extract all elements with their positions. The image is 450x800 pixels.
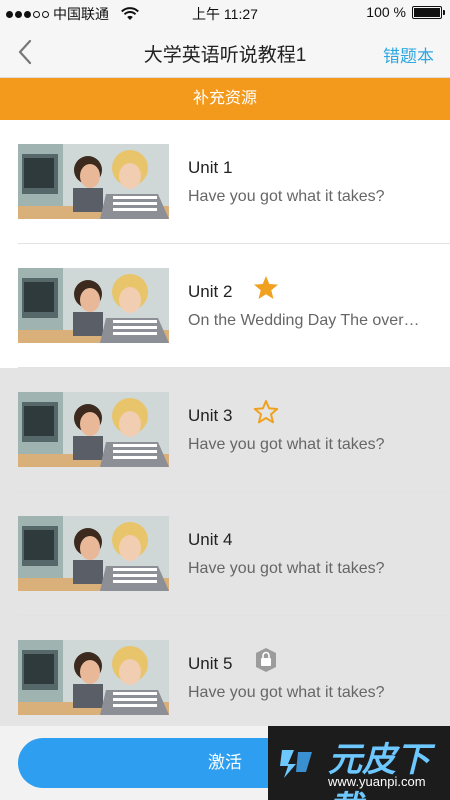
watermark-name: 元皮下载 bbox=[328, 741, 430, 800]
navigation-bar: 大学英语听说教程1 错题本 bbox=[0, 26, 450, 78]
unit-thumbnail bbox=[18, 268, 169, 343]
battery-percent: 100 % bbox=[366, 4, 406, 20]
unit-row[interactable]: Unit 1 Have you got what it takes? bbox=[0, 120, 450, 244]
unit-subtitle: On the Wedding Day The over… bbox=[188, 312, 420, 329]
status-right: 100 % bbox=[366, 4, 445, 20]
unit-title: Unit 5 bbox=[188, 654, 233, 673]
unit-list: Unit 1 Have you got what it takes? Unit 2… bbox=[0, 120, 450, 740]
unit-title: Unit 1 bbox=[188, 158, 233, 177]
wrong-answers-button[interactable]: 错题本 bbox=[383, 42, 434, 67]
status-bar: 中国联通 上午 11:27 100 % bbox=[0, 0, 450, 26]
star-outline-icon bbox=[252, 398, 280, 426]
watermark-logo-icon bbox=[280, 750, 312, 778]
unit-thumbnail bbox=[18, 392, 169, 467]
unit-title: Unit 2 bbox=[188, 282, 233, 301]
watermark: 元皮下载 www.yuanpi.com bbox=[268, 726, 450, 800]
unit-thumbnail bbox=[18, 640, 169, 715]
battery-icon bbox=[412, 5, 445, 19]
unit-subtitle: Have you got what it takes? bbox=[188, 436, 385, 453]
unit-row[interactable]: Unit 4 Have you got what it takes? bbox=[0, 492, 450, 616]
unit-title: Unit 4 bbox=[188, 530, 233, 549]
unit-subtitle: Have you got what it takes? bbox=[188, 560, 385, 577]
unit-row[interactable]: Unit 5 Have you got what it takes? bbox=[0, 616, 450, 740]
battery-fill bbox=[414, 7, 440, 17]
watermark-url: www.yuanpi.com bbox=[328, 774, 426, 789]
unit-title: Unit 3 bbox=[188, 406, 233, 425]
star-filled-icon bbox=[252, 274, 280, 302]
lock-icon bbox=[252, 646, 280, 674]
unit-row[interactable]: Unit 2 On the Wedding Day The over… bbox=[0, 244, 450, 368]
supplementary-resources-button[interactable]: 补充资源 bbox=[0, 78, 450, 120]
unit-thumbnail bbox=[18, 516, 169, 591]
unit-row[interactable]: Unit 3 Have you got what it takes? bbox=[0, 368, 450, 492]
unit-subtitle: Have you got what it takes? bbox=[188, 684, 385, 701]
unit-subtitle: Have you got what it takes? bbox=[188, 188, 385, 205]
unit-thumbnail bbox=[18, 144, 169, 219]
